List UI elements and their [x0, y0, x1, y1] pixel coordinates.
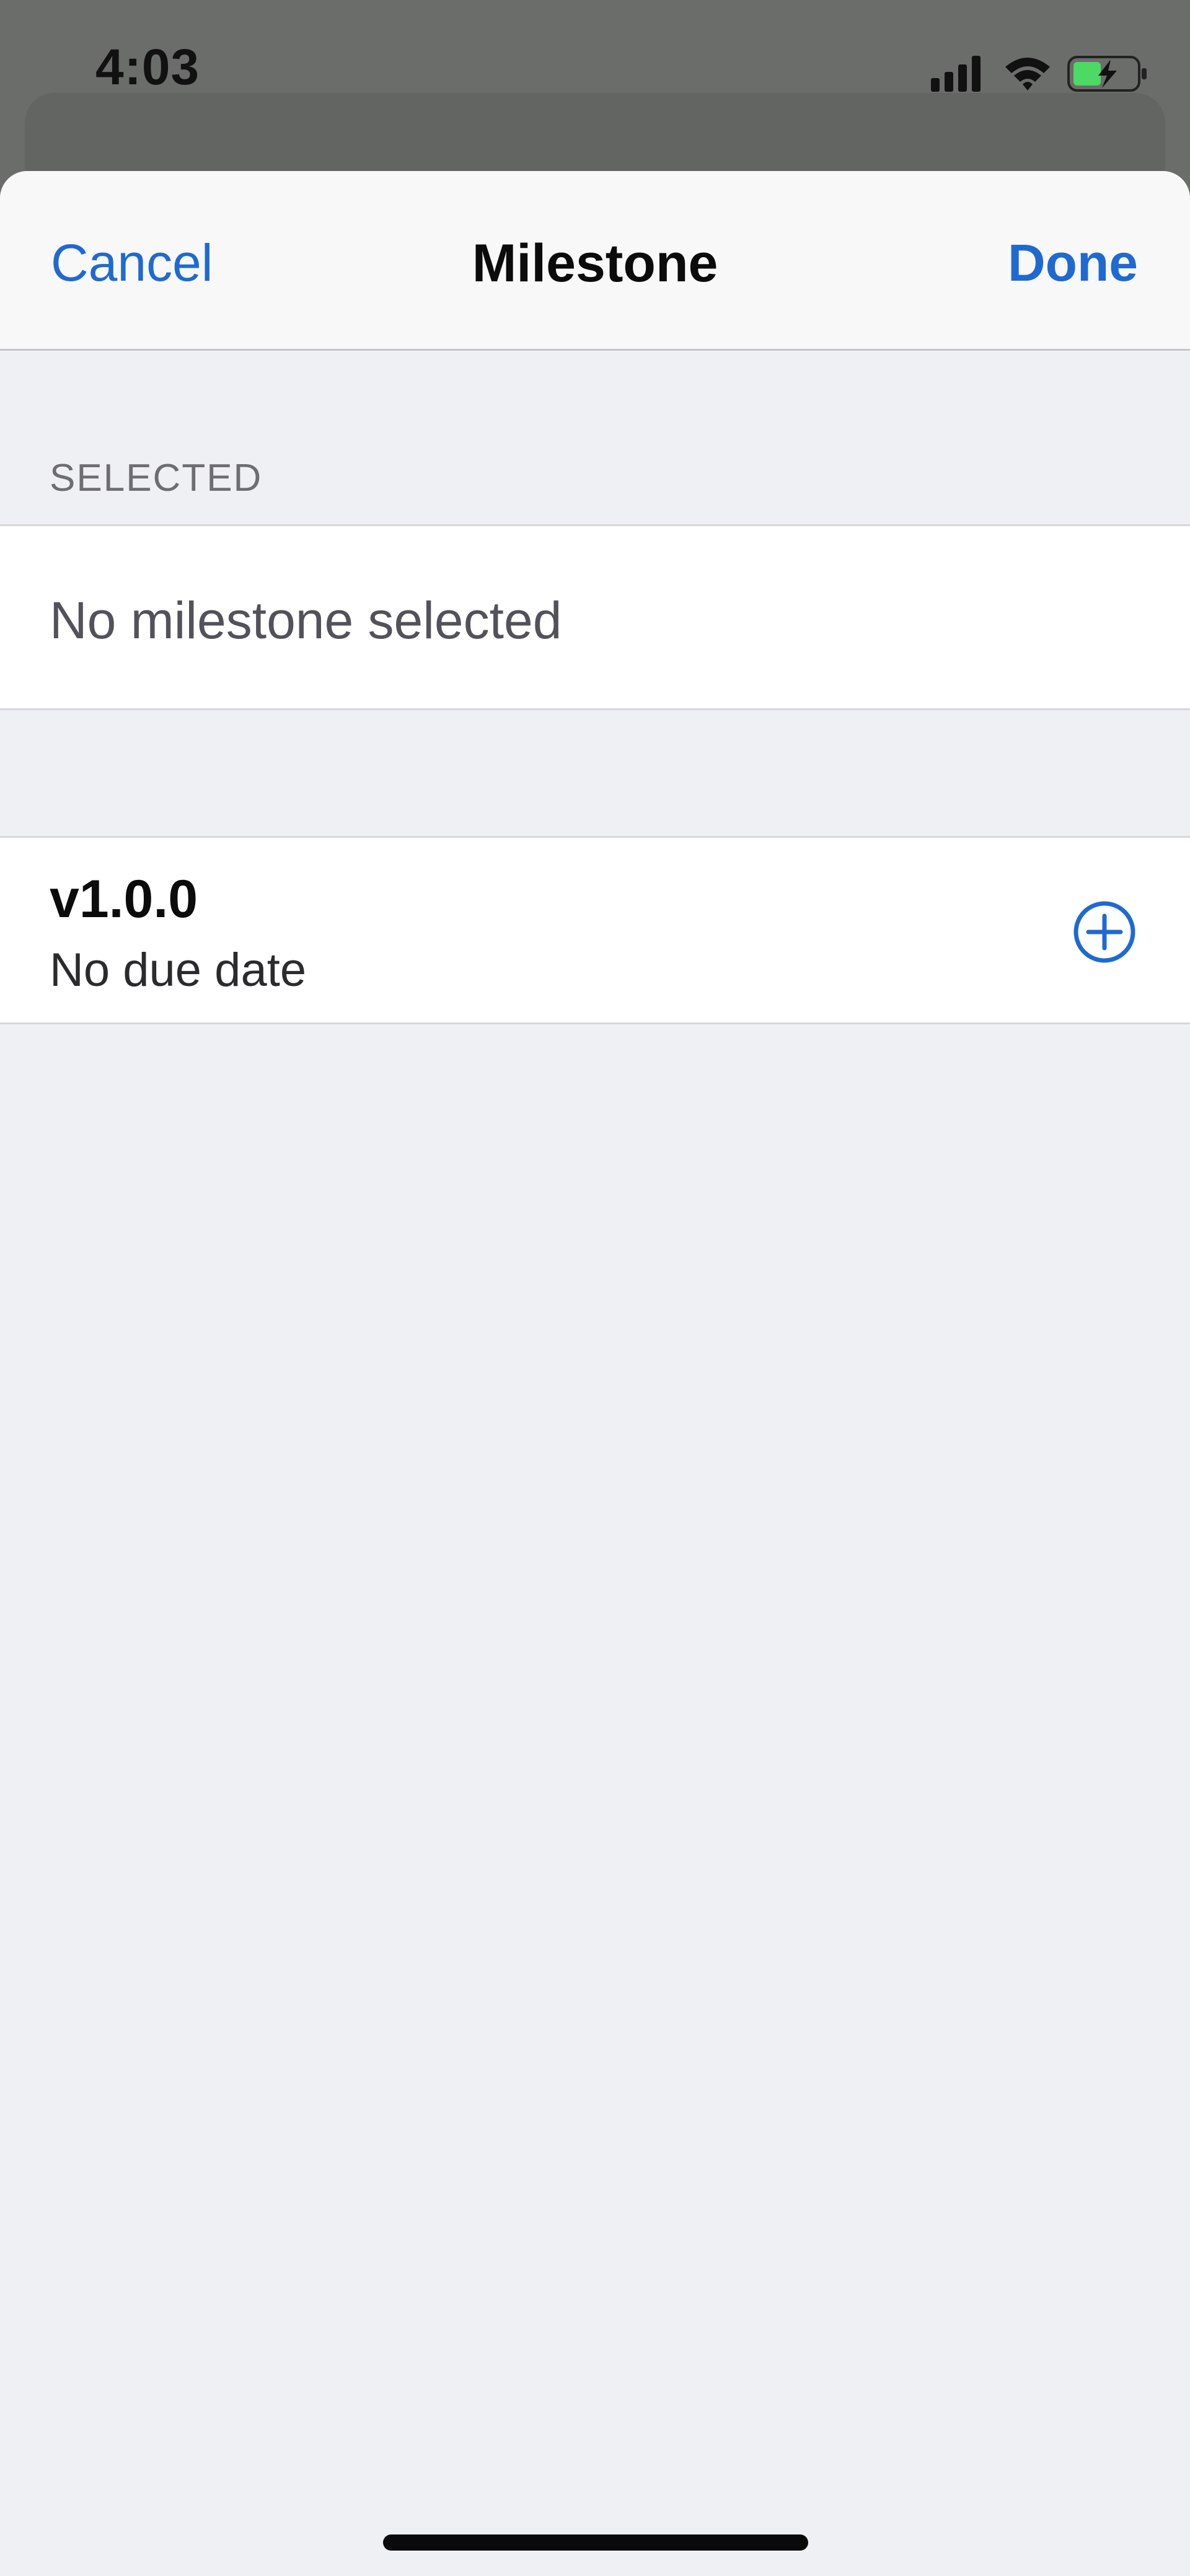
home-indicator[interactable] — [383, 2534, 808, 2551]
plus-circle-svg — [1073, 901, 1135, 963]
selected-section-header: SELECTED — [50, 457, 263, 499]
battery-charging-icon — [1067, 56, 1147, 92]
nav-bar: Cancel Milestone Done — [0, 171, 1190, 351]
status-icons-svg — [931, 56, 1147, 92]
status-icons — [930, 51, 1153, 94]
done-button[interactable]: Done — [1008, 233, 1138, 293]
status-bar: 4:03 — [0, 0, 1190, 149]
status-time: 4:03 — [95, 39, 200, 95]
milestone-title: v1.0.0 — [50, 869, 198, 929]
cancel-button[interactable]: Cancel — [51, 233, 213, 293]
cellular-signal-icon — [931, 56, 981, 92]
wifi-icon — [1005, 58, 1050, 90]
plus-circle-icon[interactable] — [1072, 900, 1137, 964]
milestone-sheet: Cancel Milestone Done SELECTED No milest… — [0, 171, 1190, 2576]
list-item[interactable]: v1.0.0 No due date — [0, 836, 1190, 1024]
selected-milestone-row: No milestone selected — [0, 524, 1190, 710]
milestone-due-date: No due date — [50, 944, 307, 996]
no-selection-text: No milestone selected — [50, 591, 562, 649]
